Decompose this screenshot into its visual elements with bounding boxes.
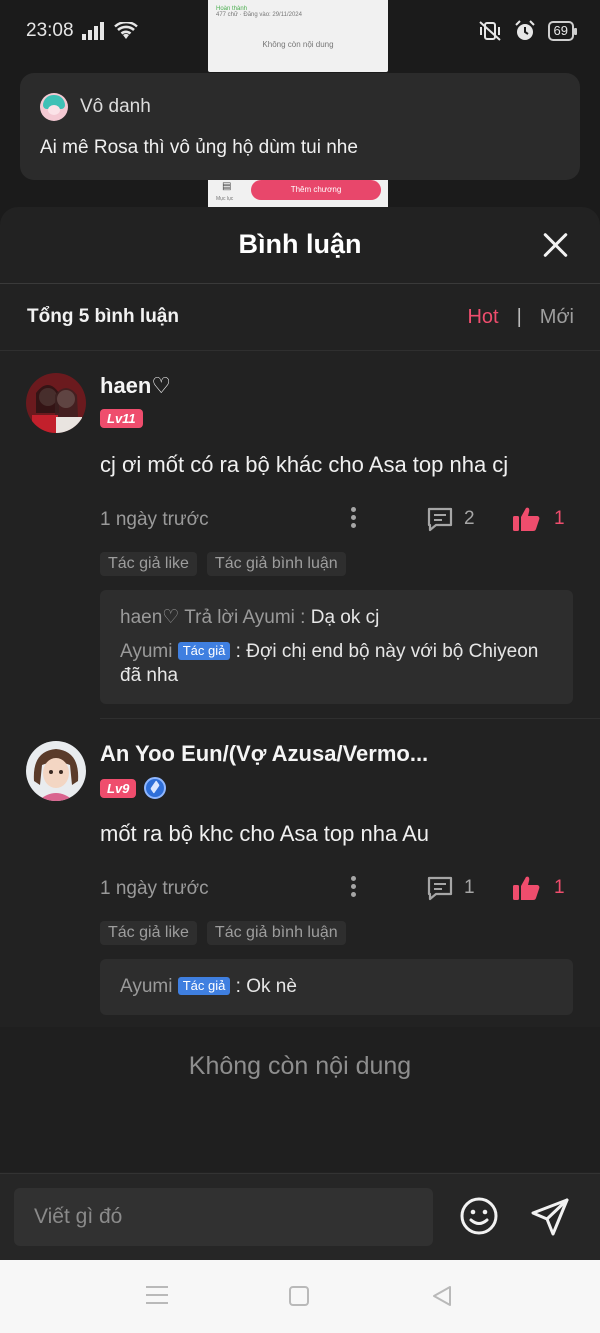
battery-indicator: 69	[547, 21, 578, 41]
emoji-icon	[460, 1197, 498, 1235]
wifi-icon	[113, 22, 138, 39]
badges: Lv9	[100, 777, 574, 799]
send-icon	[531, 1198, 569, 1236]
reply-row: Ayumi Tác giả : Đợi chị end bộ này với b…	[120, 640, 553, 688]
send-button[interactable]	[529, 1196, 571, 1238]
author-liked-tag: Tác giả like	[100, 552, 197, 576]
reply-message: : Ok nè	[235, 976, 297, 997]
comments-sheet: Bình luận Tổng 5 bình luận Hot | Mới hae…	[0, 207, 600, 1260]
reply-button[interactable]: 1	[426, 875, 475, 901]
add-chapter-button: Thêm chương	[251, 180, 381, 200]
author-liked-tag: Tác giả like	[100, 921, 197, 945]
replies-box[interactable]: Ayumi Tác giả : Ok nè	[100, 959, 573, 1015]
vibrate-icon	[478, 21, 501, 41]
thumbs-up-icon	[513, 507, 540, 531]
comment-meta: 1 ngày trước 2 1	[100, 500, 574, 540]
background-bottom-bar: ▤ Mục lục Thêm chương	[208, 177, 388, 209]
comment-count-row: Tổng 5 bình luận Hot | Mới	[0, 284, 600, 351]
anonymous-comment-card[interactable]: Vô danh Ai mê Rosa thì vô ủng hộ dùm tui…	[20, 73, 580, 180]
author-badge: Tác giả	[177, 642, 231, 660]
catalog-label: Mục lục	[216, 196, 234, 202]
background-chapter-page: Hoàn thành 477 chữ · Đăng vào: 29/11/202…	[208, 0, 388, 72]
comment-time: 1 ngày trước	[100, 509, 209, 530]
reply-button[interactable]: 2	[426, 506, 475, 532]
emoji-button[interactable]	[459, 1196, 499, 1236]
close-button[interactable]	[538, 229, 572, 263]
sort-new-tab[interactable]: Mới	[540, 306, 574, 329]
reply-row: haen♡ Trả lời Ayumi : Dạ ok cj	[120, 606, 553, 630]
comment-meta: 1 ngày trước 1 1	[100, 869, 574, 909]
reply-author: Ayumi	[120, 641, 173, 662]
comment-text: cj ơi mốt có ra bộ khác cho Asa top nha …	[100, 452, 509, 477]
like-count: 1	[554, 508, 565, 529]
level-badge: Lv9	[100, 778, 137, 798]
comment-item: haen♡ Lv11 cj ơi mốt có ra bộ khác cho A…	[0, 351, 600, 704]
alarm-icon	[514, 20, 535, 40]
avatar[interactable]	[26, 741, 86, 801]
comment-composer	[0, 1173, 600, 1260]
avatar[interactable]	[26, 373, 86, 433]
back-icon[interactable]	[431, 1285, 453, 1307]
comment-time: 1 ngày trước	[100, 878, 209, 899]
replies-box[interactable]: haen♡ Trả lời Ayumi : Dạ ok cj Ayumi Tác…	[100, 590, 573, 704]
author-commented-tag: Tác giả bình luận	[206, 552, 346, 576]
recents-menu-icon[interactable]	[146, 1286, 168, 1306]
anonymous-comment-text: Ai mê Rosa thì vô ủng hộ dùm tui nhe	[40, 137, 358, 158]
sort-separator: |	[516, 305, 522, 328]
reply-prefix: haen♡ Trả lời Ayumi :	[120, 607, 311, 628]
sort-hot-tab[interactable]: Hot	[467, 306, 498, 329]
anonymous-name: Vô danh	[80, 96, 151, 117]
comment-tags: Tác giả like Tác giả bình luận	[100, 552, 574, 576]
bg-empty-text: Không còn nội dung	[262, 40, 334, 49]
author-commented-tag: Tác giả bình luận	[206, 921, 346, 945]
author-badge: Tác giả	[177, 977, 231, 995]
level-badge: Lv11	[100, 409, 143, 428]
reply-author: Ayumi	[120, 976, 173, 997]
status-time: 23:08	[26, 20, 74, 41]
avatar-image	[26, 373, 86, 433]
thumbs-up-icon	[513, 876, 540, 900]
reply-row: Ayumi Tác giả : Ok nè	[120, 975, 553, 999]
anonymous-avatar	[40, 93, 68, 121]
comment-tags: Tác giả like Tác giả bình luận	[100, 921, 574, 945]
no-more-content-text: Không còn nội dung	[188, 1052, 412, 1080]
comment-text: mốt ra bộ khc cho Asa top nha Au	[100, 821, 429, 846]
signal-icon	[81, 22, 104, 40]
end-of-list-area	[0, 1027, 600, 1172]
comment-body: haen♡ Lv11 cj ơi mốt có ra bộ khác cho A…	[100, 373, 574, 704]
reply-message: Dạ ok cj	[310, 607, 380, 628]
commenter-name[interactable]: haen♡	[100, 373, 440, 399]
comment-item: An Yoo Eun/(Vợ Azusa/Vermo... Lv9 mốt ra…	[0, 719, 600, 1015]
status-right: 69	[478, 20, 578, 42]
bg-meta-text: 477 chữ · Đăng vào: 29/11/2024	[216, 12, 302, 18]
sheet-title: Bình luận	[238, 229, 362, 259]
comment-icon	[427, 507, 453, 532]
comment-icon	[427, 876, 453, 901]
system-nav-bar	[0, 1260, 600, 1333]
home-icon[interactable]	[289, 1286, 309, 1306]
sort-tabs: Hot | Mới	[467, 306, 574, 329]
sheet-header: Bình luận	[0, 207, 600, 284]
catalog-icon: ▤	[222, 181, 232, 192]
badges: Lv11	[100, 409, 574, 428]
more-options-icon[interactable]	[350, 504, 356, 534]
like-button[interactable]: 1	[512, 875, 565, 901]
commenter-name[interactable]: An Yoo Eun/(Vợ Azusa/Vermo...	[100, 741, 440, 767]
comment-total: Tổng 5 bình luận	[27, 306, 179, 327]
reply-count: 1	[464, 877, 475, 898]
like-count: 1	[554, 877, 565, 898]
comment-input[interactable]	[14, 1188, 433, 1246]
diamond-badge-icon	[144, 777, 167, 799]
status-left: 23:08	[26, 20, 138, 42]
anonymous-comment-header: Vô danh	[40, 93, 560, 121]
comment-body: An Yoo Eun/(Vợ Azusa/Vermo... Lv9 mốt ra…	[100, 741, 574, 1015]
reply-count: 2	[464, 508, 475, 529]
like-button[interactable]: 1	[512, 506, 565, 532]
more-options-icon[interactable]	[350, 873, 356, 903]
avatar-image	[26, 741, 86, 801]
